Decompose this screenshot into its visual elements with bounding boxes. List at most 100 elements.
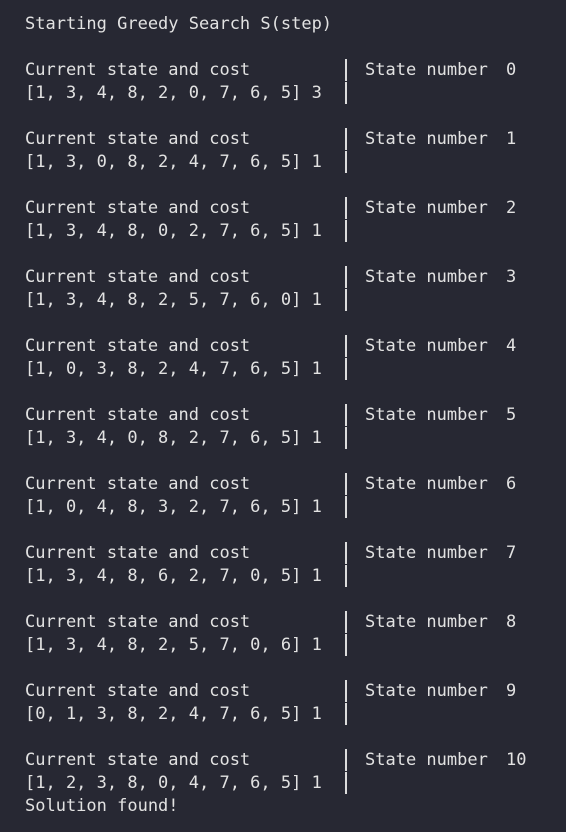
state-header-row: Current state and cost State number 0 [25, 59, 566, 82]
state-number-value: 5 [506, 405, 517, 425]
state-header-row: Current state and cost State number 2 [25, 197, 566, 220]
state-cost: 1 [311, 152, 322, 172]
current-state-label: Current state and cost [25, 129, 251, 149]
current-state-label: Current state and cost [25, 543, 251, 563]
state-and-cost: [1, 2, 3, 8, 0, 4, 7, 6, 5] 1 [25, 772, 322, 795]
current-state-label: Current state and cost [25, 60, 251, 80]
state-value-row: [1, 2, 3, 8, 0, 4, 7, 6, 5] 1 [25, 772, 566, 795]
column-separator [345, 151, 347, 173]
state-number-label: State number [365, 681, 488, 701]
state-and-cost: [1, 3, 4, 0, 8, 2, 7, 6, 5] 1 [25, 427, 322, 450]
state-and-cost: [1, 3, 4, 8, 0, 2, 7, 6, 5] 1 [25, 220, 322, 243]
state-block: Current state and cost State number 0 [1, 3… [25, 59, 566, 105]
column-separator [345, 542, 347, 564]
state-number-value: 0 [506, 60, 517, 80]
column-separator [345, 59, 347, 81]
column-separator [345, 427, 347, 449]
current-state-label: Current state and cost [25, 681, 251, 701]
state-cost: 1 [311, 221, 322, 241]
column-separator [345, 404, 347, 426]
state-value-row: [1, 3, 4, 8, 2, 5, 7, 6, 0] 1 [25, 289, 566, 312]
state-cost: 1 [311, 359, 322, 379]
state-cost: 1 [311, 497, 322, 517]
column-separator [345, 197, 347, 219]
state-array: [1, 0, 3, 8, 2, 4, 7, 6, 5] [25, 359, 302, 379]
column-separator [345, 220, 347, 242]
state-array: [1, 0, 4, 8, 3, 2, 7, 6, 5] [25, 497, 302, 517]
column-separator [345, 634, 347, 656]
state-and-cost: [1, 3, 4, 8, 6, 2, 7, 0, 5] 1 [25, 565, 322, 588]
state-value-row: [1, 3, 0, 8, 2, 4, 7, 6, 5] 1 [25, 151, 566, 174]
state-number-label: State number [365, 750, 488, 770]
state-value-row: [1, 0, 4, 8, 3, 2, 7, 6, 5] 1 [25, 496, 566, 519]
state-cost: 1 [311, 635, 322, 655]
state-and-cost: [1, 3, 4, 8, 2, 5, 7, 6, 0] 1 [25, 289, 322, 312]
state-block: Current state and cost State number 3 [1, 3… [25, 266, 566, 312]
step-list: Current state and cost State number 0 [1, 3… [25, 59, 566, 795]
state-value-row: [1, 3, 4, 0, 8, 2, 7, 6, 5] 1 [25, 427, 566, 450]
state-header-row: Current state and cost State number 3 [25, 266, 566, 289]
state-header-row: Current state and cost State number 4 [25, 335, 566, 358]
column-separator [345, 565, 347, 587]
state-and-cost: [0, 1, 3, 8, 2, 4, 7, 6, 5] 1 [25, 703, 322, 726]
current-state-label: Current state and cost [25, 267, 251, 287]
state-value-row: [1, 3, 4, 8, 2, 0, 7, 6, 5] 3 [25, 82, 566, 105]
state-block: Current state and cost State number 9 [0, 1… [25, 680, 566, 726]
state-number-value: 3 [506, 267, 517, 287]
state-header-row: Current state and cost State number 1 [25, 128, 566, 151]
state-number-label: State number [365, 612, 488, 632]
state-and-cost: [1, 0, 4, 8, 3, 2, 7, 6, 5] 1 [25, 496, 322, 519]
state-block: Current state and cost State number 8 [1, 3… [25, 611, 566, 657]
state-array: [1, 2, 3, 8, 0, 4, 7, 6, 5] [25, 773, 302, 793]
state-block: Current state and cost State number 7 [1, 3… [25, 542, 566, 588]
state-block: Current state and cost State number 6 [1, 0… [25, 473, 566, 519]
state-number-value: 10 [506, 750, 527, 770]
state-and-cost: [1, 0, 3, 8, 2, 4, 7, 6, 5] 1 [25, 358, 322, 381]
column-separator [345, 496, 347, 518]
column-separator [345, 128, 347, 150]
state-block: Current state and cost State number 10 [1, … [25, 749, 566, 795]
state-number-label: State number [365, 474, 488, 494]
state-block: Current state and cost State number 2 [1, 3… [25, 197, 566, 243]
search-title: Starting Greedy Search S(step) [25, 14, 333, 34]
state-number-label: State number [365, 336, 488, 356]
state-cost: 3 [311, 83, 322, 103]
column-separator [345, 703, 347, 725]
state-header-row: Current state and cost State number 10 [25, 749, 566, 772]
state-cost: 1 [311, 428, 322, 448]
state-number-value: 8 [506, 612, 517, 632]
state-array: [1, 3, 4, 8, 2, 5, 7, 6, 0] [25, 290, 302, 310]
state-and-cost: [1, 3, 0, 8, 2, 4, 7, 6, 5] 1 [25, 151, 322, 174]
current-state-label: Current state and cost [25, 750, 251, 770]
state-cost: 1 [311, 566, 322, 586]
column-separator [345, 82, 347, 104]
state-array: [0, 1, 3, 8, 2, 4, 7, 6, 5] [25, 704, 302, 724]
terminal-output: Starting Greedy Search S(step) Current s… [0, 0, 566, 832]
state-value-row: [1, 0, 3, 8, 2, 4, 7, 6, 5] 1 [25, 358, 566, 381]
state-header-row: Current state and cost State number 6 [25, 473, 566, 496]
state-number-value: 9 [506, 681, 517, 701]
state-block: Current state and cost State number 5 [1, 3… [25, 404, 566, 450]
state-and-cost: [1, 3, 4, 8, 2, 5, 7, 0, 6] 1 [25, 634, 322, 657]
column-separator [345, 772, 347, 794]
current-state-label: Current state and cost [25, 336, 251, 356]
state-value-row: [1, 3, 4, 8, 2, 5, 7, 0, 6] 1 [25, 634, 566, 657]
state-number-label: State number [365, 60, 488, 80]
current-state-label: Current state and cost [25, 405, 251, 425]
state-number-value: 1 [506, 129, 517, 149]
column-separator [345, 266, 347, 288]
state-array: [1, 3, 4, 8, 6, 2, 7, 0, 5] [25, 566, 302, 586]
state-array: [1, 3, 4, 8, 2, 5, 7, 0, 6] [25, 635, 302, 655]
state-array: [1, 3, 0, 8, 2, 4, 7, 6, 5] [25, 152, 302, 172]
state-block: Current state and cost State number 4 [1, 0… [25, 335, 566, 381]
current-state-label: Current state and cost [25, 198, 251, 218]
state-header-row: Current state and cost State number 7 [25, 542, 566, 565]
column-separator [345, 335, 347, 357]
current-state-label: Current state and cost [25, 612, 251, 632]
state-array: [1, 3, 4, 8, 0, 2, 7, 6, 5] [25, 221, 302, 241]
state-number-label: State number [365, 198, 488, 218]
state-number-label: State number [365, 405, 488, 425]
state-number-label: State number [365, 543, 488, 563]
state-value-row: [0, 1, 3, 8, 2, 4, 7, 6, 5] 1 [25, 703, 566, 726]
state-array: [1, 3, 4, 0, 8, 2, 7, 6, 5] [25, 428, 302, 448]
